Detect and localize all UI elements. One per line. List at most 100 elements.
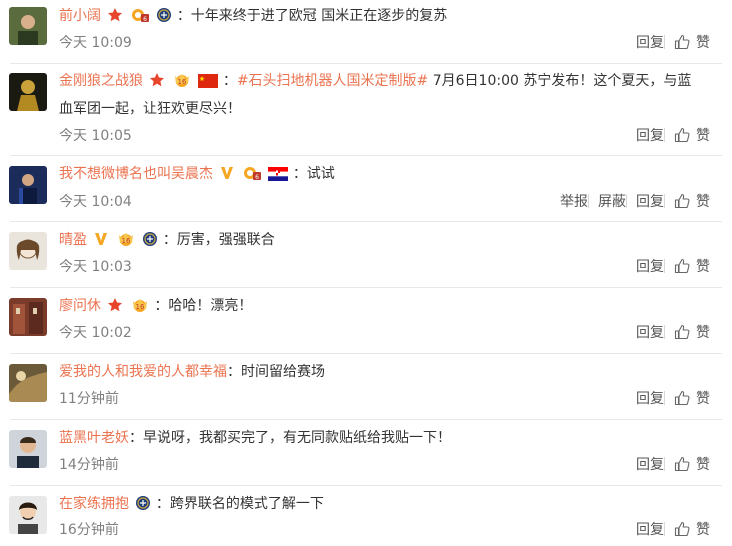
like-label: 赞 xyxy=(696,194,710,210)
comment-actions: 回复 赞 xyxy=(636,34,710,52)
like-button[interactable]: 赞 xyxy=(674,457,710,473)
separator xyxy=(626,194,627,208)
comment-actions: 回复 赞 xyxy=(636,456,710,474)
vip-v-icon xyxy=(93,231,109,247)
timestamp: 今天 10:04 xyxy=(59,194,132,210)
star-badge-icon xyxy=(107,297,123,313)
comment-item: 爱我的人和我爱的人都幸福：时间留给赛场 11分钟前 回复 赞 xyxy=(0,354,732,420)
separator xyxy=(664,522,665,536)
reply-button[interactable]: 回复 xyxy=(636,35,664,51)
comment-item: 金刚狼之战狼 ：#石头扫地机器人国米定制版# 7月6日10:00 苏宁发布！这个… xyxy=(0,64,732,156)
star-badge-icon xyxy=(107,7,123,23)
like-button[interactable]: 赞 xyxy=(674,391,710,407)
like-label: 赞 xyxy=(696,259,710,275)
comment-text: ：厉害，强强联合 xyxy=(162,232,275,248)
comment-actions: 举报 屏蔽 回复 赞 xyxy=(560,193,710,211)
thumb-up-icon xyxy=(674,521,690,537)
avatar[interactable] xyxy=(9,73,47,111)
username[interactable]: 廖问休 xyxy=(59,298,101,314)
comment-text: ：哈哈！漂亮！ xyxy=(154,298,253,314)
comment-text: ：试试 xyxy=(292,166,335,182)
vip-v-icon xyxy=(219,165,235,181)
avatar[interactable] xyxy=(9,7,47,45)
timestamp: 14分钟前 xyxy=(59,457,119,473)
reply-button[interactable]: 回复 xyxy=(636,522,664,538)
crown-badge-icon xyxy=(130,7,150,23)
comment-item: 廖问休 ：哈哈！漂亮！ 今天 10:02 回复 赞 xyxy=(0,288,732,354)
separator xyxy=(664,35,665,49)
username[interactable]: 我不想微博名也叫吴晨杰 xyxy=(59,166,213,182)
avatar[interactable] xyxy=(9,496,47,534)
thumb-up-icon xyxy=(674,324,690,340)
separator xyxy=(664,194,665,208)
username[interactable]: 在家练拥抱 xyxy=(59,496,129,512)
star-badge-icon xyxy=(149,72,165,88)
reply-button[interactable]: 回复 xyxy=(636,391,664,407)
avatar[interactable] xyxy=(9,298,47,336)
timestamp: 11分钟前 xyxy=(59,391,119,407)
like-button[interactable]: 赞 xyxy=(674,35,710,51)
crown-badge-icon xyxy=(116,231,136,247)
reply-button[interactable]: 回复 xyxy=(636,259,664,275)
username[interactable]: 前小阔 xyxy=(59,8,101,24)
thumb-up-icon xyxy=(674,34,690,50)
separator xyxy=(664,128,665,142)
comment-actions: 回复 赞 xyxy=(636,324,710,342)
crown-badge-icon xyxy=(242,165,262,181)
comment-item: 晴盈 ：厉害，强强联合 今天 10:03 回复 赞 xyxy=(0,222,732,288)
comment-item: 前小阔 ：十年来终于进了欧冠 国米正在逐步的复苏 今天 10:09 回复 赞 xyxy=(0,0,732,64)
reply-button[interactable]: 回复 xyxy=(636,194,664,210)
separator xyxy=(664,259,665,273)
thumb-up-icon xyxy=(674,456,690,472)
croatia-flag-icon xyxy=(268,167,288,181)
like-button[interactable]: 赞 xyxy=(674,128,710,144)
topic-link[interactable]: #石头扫地机器人国米定制版# xyxy=(237,73,428,89)
username[interactable]: 金刚狼之战狼 xyxy=(59,73,143,89)
separator xyxy=(664,391,665,405)
like-label: 赞 xyxy=(696,325,710,341)
like-button[interactable]: 赞 xyxy=(674,325,710,341)
comment-text: ：十年来终于进了欧冠 国米正在逐步的复苏 xyxy=(176,8,448,24)
timestamp: 今天 10:02 xyxy=(59,325,132,341)
avatar[interactable] xyxy=(9,364,47,402)
reply-button[interactable]: 回复 xyxy=(636,128,664,144)
comment-item: 我不想微博名也叫吴晨杰 ：试试 今天 10:04 举报 屏蔽 回复 赞 xyxy=(0,156,732,222)
timestamp: 16分钟前 xyxy=(59,522,119,538)
club-badge-icon xyxy=(142,231,158,247)
timestamp: 今天 10:03 xyxy=(59,259,132,275)
like-button[interactable]: 赞 xyxy=(674,522,710,538)
reply-button[interactable]: 回复 xyxy=(636,457,664,473)
crown-badge-icon xyxy=(130,297,150,313)
club-badge-icon xyxy=(156,7,172,23)
like-label: 赞 xyxy=(696,128,710,144)
like-button[interactable]: 赞 xyxy=(674,259,710,275)
club-badge-icon xyxy=(135,495,151,511)
like-label: 赞 xyxy=(696,457,710,473)
block-button[interactable]: 屏蔽 xyxy=(598,194,626,210)
comment-actions: 回复 赞 xyxy=(636,390,710,408)
comment-text: 7月6日10:00 苏宁发布！这个夏天，与蓝 xyxy=(428,73,692,89)
comment-item: 在家练拥抱 ：跨界联名的模式了解一下 16分钟前 回复 赞 xyxy=(0,486,732,546)
thumb-up-icon xyxy=(674,127,690,143)
timestamp: 今天 10:05 xyxy=(59,128,132,144)
comment-actions: 回复 赞 xyxy=(636,521,710,539)
reply-button[interactable]: 回复 xyxy=(636,325,664,341)
avatar[interactable] xyxy=(9,430,47,468)
report-button[interactable]: 举报 xyxy=(560,194,588,210)
like-label: 赞 xyxy=(696,35,710,51)
separator xyxy=(664,325,665,339)
username[interactable]: 晴盈 xyxy=(59,232,87,248)
china-flag-icon xyxy=(198,74,218,88)
username[interactable]: 爱我的人和我爱的人都幸福 xyxy=(59,364,227,380)
crown-badge-icon xyxy=(172,72,192,88)
timestamp: 今天 10:09 xyxy=(59,35,132,51)
thumb-up-icon xyxy=(674,258,690,274)
avatar[interactable] xyxy=(9,232,47,270)
like-button[interactable]: 赞 xyxy=(674,194,710,210)
comment-text-continued: 血军团一起，让狂欢更尽兴！ xyxy=(59,101,241,117)
username[interactable]: 蓝黑叶老妖 xyxy=(59,430,129,446)
avatar[interactable] xyxy=(9,166,47,204)
thumb-up-icon xyxy=(674,193,690,209)
comment-text: ：跨界联名的模式了解一下 xyxy=(155,496,324,512)
comment-item: 蓝黑叶老妖：早说呀，我都买完了，有无同款贴纸给我贴一下！ 14分钟前 回复 赞 xyxy=(0,420,732,486)
